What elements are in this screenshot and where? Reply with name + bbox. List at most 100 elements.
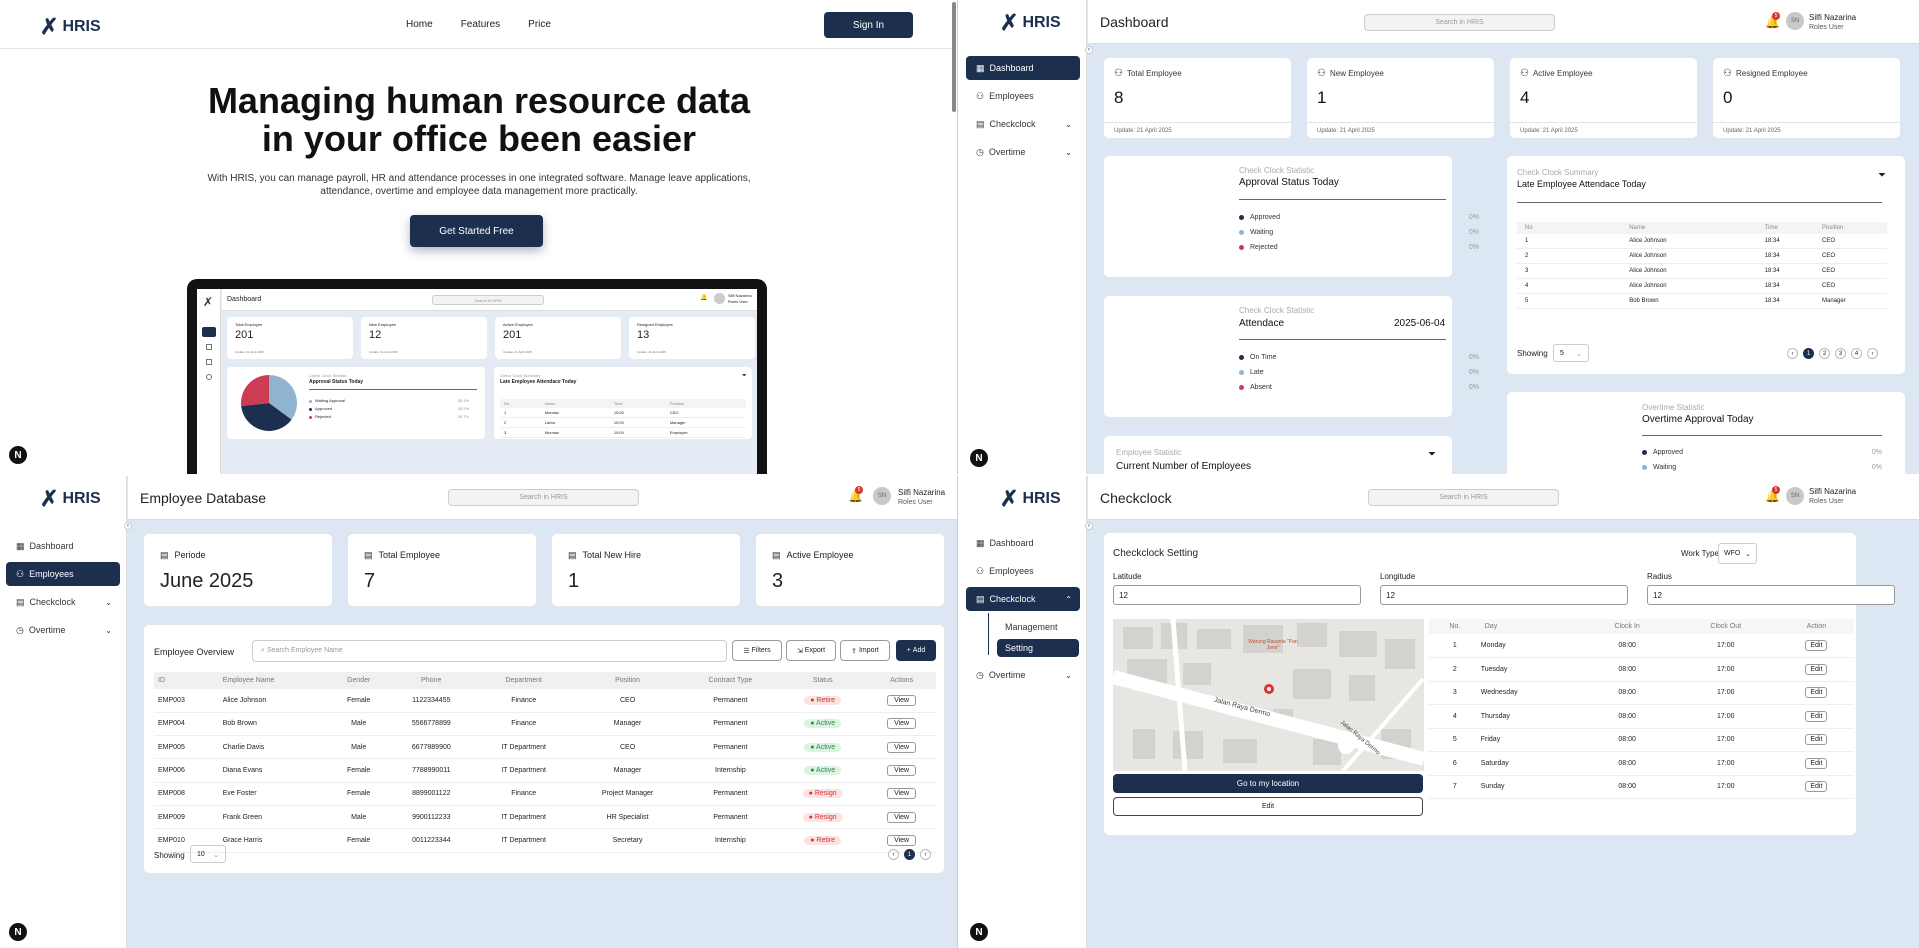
table-cell: 2 bbox=[1517, 248, 1622, 264]
page-size-select[interactable]: 5 ⌄ bbox=[1553, 344, 1589, 362]
sign-in-button[interactable]: Sign In bbox=[824, 12, 913, 38]
brand-logo[interactable]: ✗ HRIS bbox=[1000, 486, 1061, 512]
view-button[interactable]: View bbox=[887, 765, 917, 777]
view-button[interactable]: View bbox=[887, 741, 917, 753]
page-button[interactable]: 4 bbox=[1851, 348, 1862, 359]
sidebar-item-employees[interactable]: ⚇ Employees bbox=[6, 562, 120, 586]
nav-home-link[interactable]: Home bbox=[406, 19, 433, 30]
page-button[interactable]: 1 bbox=[904, 849, 915, 860]
next-page-icon[interactable]: › bbox=[920, 849, 931, 860]
brand-logo[interactable]: ✗ HRIS bbox=[40, 14, 101, 40]
legend-label: Absent bbox=[1250, 384, 1272, 391]
prev-page-icon[interactable]: ‹ bbox=[888, 849, 899, 860]
summary-label: ▤ Total Employee bbox=[364, 550, 440, 561]
view-button[interactable]: View bbox=[887, 834, 917, 846]
sidebar-item-checkclock[interactable]: ▤ Checkclock ⌄ bbox=[6, 590, 120, 614]
preview-stat-label: Total Employee bbox=[235, 322, 263, 327]
search-input[interactable]: Search in HRIS bbox=[448, 489, 639, 506]
sidebar-item-overtime[interactable]: ◷ Overtime ⌄ bbox=[966, 140, 1080, 164]
late-attendance-card: Check Clock Summary Late Employee Attend… bbox=[1506, 155, 1906, 375]
edit-day-button[interactable]: Edit bbox=[1805, 734, 1828, 746]
search-input[interactable]: Search in HRIS bbox=[1364, 14, 1555, 31]
view-button[interactable]: View bbox=[887, 788, 917, 800]
user-info[interactable]: Silfi Nazarina Roles User bbox=[1809, 13, 1856, 33]
latitude-input[interactable]: 12 bbox=[1113, 585, 1361, 605]
page-size-select[interactable]: 10 ⌄ bbox=[190, 845, 226, 863]
sidebar-item-dashboard[interactable]: ▦ Dashboard bbox=[6, 534, 120, 558]
nav-features-link[interactable]: Features bbox=[461, 19, 500, 30]
n-badge-icon[interactable]: N bbox=[9, 446, 27, 464]
page-size-value: 10 bbox=[197, 851, 205, 858]
preview-sidebar: ✗ bbox=[197, 289, 221, 474]
prev-page-icon[interactable]: ‹ bbox=[1787, 348, 1798, 359]
go-to-location-button[interactable]: Go to my location bbox=[1113, 774, 1423, 793]
page-button[interactable]: 3 bbox=[1835, 348, 1846, 359]
sidebar-item-dashboard[interactable]: ▦ Dashboard bbox=[966, 56, 1080, 80]
table-header-cell[interactable]: No bbox=[1517, 222, 1622, 234]
preview-late-caption: Check Clock Summary bbox=[500, 373, 541, 378]
radius-input[interactable]: 12 bbox=[1647, 585, 1895, 605]
sidebar-item-setting[interactable]: Setting bbox=[997, 639, 1079, 657]
page-button[interactable]: 1 bbox=[1803, 348, 1814, 359]
table-row: 1 Alice Johnson 18:34 CEO bbox=[1517, 234, 1887, 249]
n-badge-icon[interactable]: N bbox=[970, 923, 988, 941]
avatar[interactable]: SN bbox=[1786, 487, 1804, 505]
edit-location-button[interactable]: Edit bbox=[1113, 797, 1423, 816]
table-header-cell[interactable]: Time bbox=[1756, 222, 1815, 234]
search-input[interactable]: Search in HRIS bbox=[1368, 489, 1559, 506]
avatar[interactable]: SN bbox=[873, 487, 891, 505]
add-employee-button[interactable]: + Add bbox=[896, 640, 936, 661]
brand-logo[interactable]: ✗ HRIS bbox=[1000, 10, 1061, 36]
preview-approval-card: Check Clock Statistic Approval Status To… bbox=[227, 367, 485, 439]
sidebar-item-dashboard[interactable]: ▦ Dashboard bbox=[966, 531, 1080, 555]
user-info[interactable]: Silfi Nazarina Roles User bbox=[1809, 487, 1856, 507]
export-button[interactable]: ⇲ Export bbox=[786, 640, 836, 661]
collapse-sidebar-icon[interactable]: ‹ bbox=[1085, 46, 1093, 54]
sidebar-item-management[interactable]: Management bbox=[997, 618, 1079, 636]
edit-day-button[interactable]: Edit bbox=[1805, 757, 1828, 769]
sidebar-item-employees[interactable]: ⚇ Employees bbox=[966, 84, 1080, 108]
filters-button[interactable]: ☰ Filters bbox=[732, 640, 782, 661]
edit-day-button[interactable]: Edit bbox=[1805, 687, 1828, 699]
sidebar-item-checkclock[interactable]: ▤ Checkclock ⌃ bbox=[966, 587, 1080, 611]
sidebar-item-checkclock[interactable]: ▤ Checkclock ⌄ bbox=[966, 112, 1080, 136]
view-button[interactable]: View bbox=[887, 718, 917, 730]
filter-icon[interactable]: ⏷ bbox=[1878, 170, 1886, 181]
longitude-input[interactable]: 12 bbox=[1380, 585, 1628, 605]
sidebar-item-employees[interactable]: ⚇ Employees bbox=[966, 559, 1080, 583]
view-button[interactable]: View bbox=[887, 694, 917, 706]
table-header-cell[interactable]: Name bbox=[1621, 222, 1757, 234]
sidebar-item-overtime[interactable]: ◷ Overtime ⌄ bbox=[966, 663, 1080, 687]
overtime-card: Overtime Statistic Overtime Approval Tod… bbox=[1506, 391, 1906, 474]
user-name: Silfi Nazarina bbox=[1809, 13, 1857, 22]
get-started-button[interactable]: Get Started Free bbox=[410, 215, 543, 247]
edit-day-button[interactable]: Edit bbox=[1805, 663, 1828, 675]
view-button[interactable]: View bbox=[887, 811, 917, 823]
sidebar-item-overtime[interactable]: ◷ Overtime ⌄ bbox=[6, 618, 120, 642]
next-page-icon[interactable]: › bbox=[1867, 348, 1878, 359]
nav-price-link[interactable]: Price bbox=[528, 19, 551, 30]
import-button[interactable]: ⇪ Import bbox=[840, 640, 890, 661]
employee-search-input[interactable]: ⌕ Search Employee Name bbox=[252, 640, 727, 662]
scrollbar[interactable] bbox=[952, 2, 956, 112]
collapse-sidebar-icon[interactable]: ‹ bbox=[124, 522, 132, 530]
search-placeholder: Search Employee Name bbox=[266, 647, 343, 654]
table-header-cell[interactable]: Position bbox=[1814, 222, 1887, 234]
chevron-down-icon: ⌄ bbox=[1576, 351, 1582, 358]
preview-topbar: Dashboard Search in HRIS 🔔 Silfi Nazarin… bbox=[222, 289, 757, 311]
filter-icon[interactable]: ⏷ bbox=[1428, 449, 1436, 460]
user-info[interactable]: Silfi Nazarina Roles User bbox=[898, 488, 945, 508]
page-button[interactable]: 2 bbox=[1819, 348, 1830, 359]
brand-logo[interactable]: ✗ HRIS bbox=[40, 486, 101, 512]
avatar[interactable]: SN bbox=[1786, 12, 1804, 30]
edit-day-button[interactable]: Edit bbox=[1805, 710, 1828, 722]
location-map[interactable]: Warung Rasanta "Pan Jono" Jalan Raya Der… bbox=[1113, 619, 1424, 771]
work-type-select[interactable]: WFO ⌄ bbox=[1718, 543, 1757, 564]
n-badge-icon[interactable]: N bbox=[9, 923, 27, 941]
stat-update: Update: 21 April 2025 bbox=[1104, 122, 1291, 138]
collapse-sidebar-icon[interactable]: ‹ bbox=[1085, 522, 1093, 530]
n-badge-icon[interactable]: N bbox=[970, 449, 988, 467]
edit-day-button[interactable]: Edit bbox=[1805, 640, 1828, 651]
table-cell: 08:00 bbox=[1581, 728, 1673, 752]
edit-day-button[interactable]: Edit bbox=[1805, 781, 1828, 793]
